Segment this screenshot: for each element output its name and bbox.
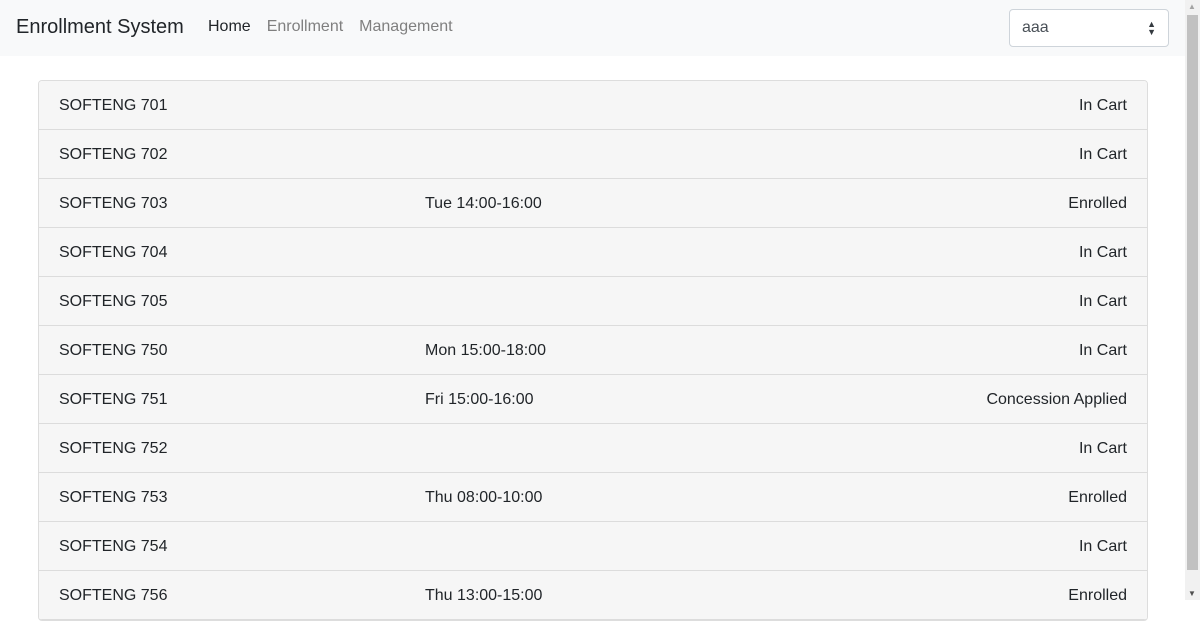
course-time: Fri 15:00-16:00 bbox=[425, 391, 534, 408]
course-code: SOFTENG 752 bbox=[59, 440, 168, 457]
brand[interactable]: Enrollment System bbox=[16, 16, 184, 39]
course-row[interactable]: SOFTENG 703 Tue 14:00-16:00 Enrolled bbox=[39, 179, 1147, 228]
course-status: In Cart bbox=[1078, 293, 1127, 310]
course-row[interactable]: SOFTENG 702 In Cart bbox=[39, 130, 1147, 179]
user-select-value: aaa bbox=[1022, 19, 1049, 36]
course-row[interactable]: SOFTENG 753 Thu 08:00-10:00 Enrolled bbox=[39, 473, 1147, 522]
course-status: In Cart bbox=[1078, 146, 1127, 163]
nav-enrollment[interactable]: Enrollment bbox=[267, 18, 343, 36]
course-code: SOFTENG 756 bbox=[59, 587, 168, 604]
course-code: SOFTENG 701 bbox=[59, 97, 168, 114]
nav-links: Home Enrollment Management bbox=[208, 18, 453, 36]
course-time: Mon 15:00-18:00 bbox=[425, 342, 546, 359]
course-status: Enrolled bbox=[1068, 195, 1127, 212]
course-row[interactable]: SOFTENG 705 In Cart bbox=[39, 277, 1147, 326]
course-status: In Cart bbox=[1078, 440, 1127, 457]
course-time: Thu 13:00-15:00 bbox=[425, 587, 543, 604]
scroll-up-icon[interactable]: ▲ bbox=[1188, 2, 1196, 11]
course-status: In Cart bbox=[1078, 342, 1127, 359]
course-status: In Cart bbox=[1078, 244, 1127, 261]
course-list: SOFTENG 701 In Cart SOFTENG 702 In Cart SOFT… bbox=[38, 80, 1148, 621]
course-code: SOFTENG 703 bbox=[59, 195, 168, 212]
course-code: SOFTENG 751 bbox=[59, 391, 168, 408]
scroll-down-icon[interactable]: ▼ bbox=[1188, 589, 1196, 598]
scrollbar-thumb[interactable] bbox=[1187, 15, 1198, 570]
course-code: SOFTENG 753 bbox=[59, 489, 168, 506]
course-code: SOFTENG 754 bbox=[59, 538, 168, 555]
course-status: In Cart bbox=[1078, 97, 1127, 114]
course-row[interactable]: SOFTENG 756 Thu 13:00-15:00 Enrolled bbox=[39, 571, 1147, 620]
sort-arrows-icon: ▲ ▼ bbox=[1147, 19, 1156, 37]
navbar: Enrollment System Home Enrollment Manage… bbox=[0, 0, 1185, 56]
course-time: Tue 14:00-16:00 bbox=[425, 195, 542, 212]
course-row[interactable]: SOFTENG 701 In Cart bbox=[39, 81, 1147, 130]
course-row[interactable]: SOFTENG 750 Mon 15:00-18:00 In Cart bbox=[39, 326, 1147, 375]
course-code: SOFTENG 705 bbox=[59, 293, 168, 310]
course-status: Enrolled bbox=[1068, 489, 1127, 506]
user-select[interactable]: aaa ▲ ▼ bbox=[1009, 9, 1169, 47]
nav-management[interactable]: Management bbox=[359, 18, 452, 36]
course-row[interactable]: SOFTENG 704 In Cart bbox=[39, 228, 1147, 277]
course-status: Concession Applied bbox=[986, 391, 1127, 408]
course-time: Thu 08:00-10:00 bbox=[425, 489, 543, 506]
course-code: SOFTENG 702 bbox=[59, 146, 168, 163]
course-code: SOFTENG 750 bbox=[59, 342, 168, 359]
course-row[interactable]: SOFTENG 752 In Cart bbox=[39, 424, 1147, 473]
course-status: In Cart bbox=[1078, 538, 1127, 555]
course-row[interactable]: SOFTENG 754 In Cart bbox=[39, 522, 1147, 571]
nav-home[interactable]: Home bbox=[208, 18, 251, 36]
course-code: SOFTENG 704 bbox=[59, 244, 168, 261]
course-row[interactable]: SOFTENG 751 Fri 15:00-16:00 Concession App… bbox=[39, 375, 1147, 424]
scrollbar[interactable]: ▲ ▼ bbox=[1185, 0, 1200, 600]
course-status: Enrolled bbox=[1068, 587, 1127, 604]
